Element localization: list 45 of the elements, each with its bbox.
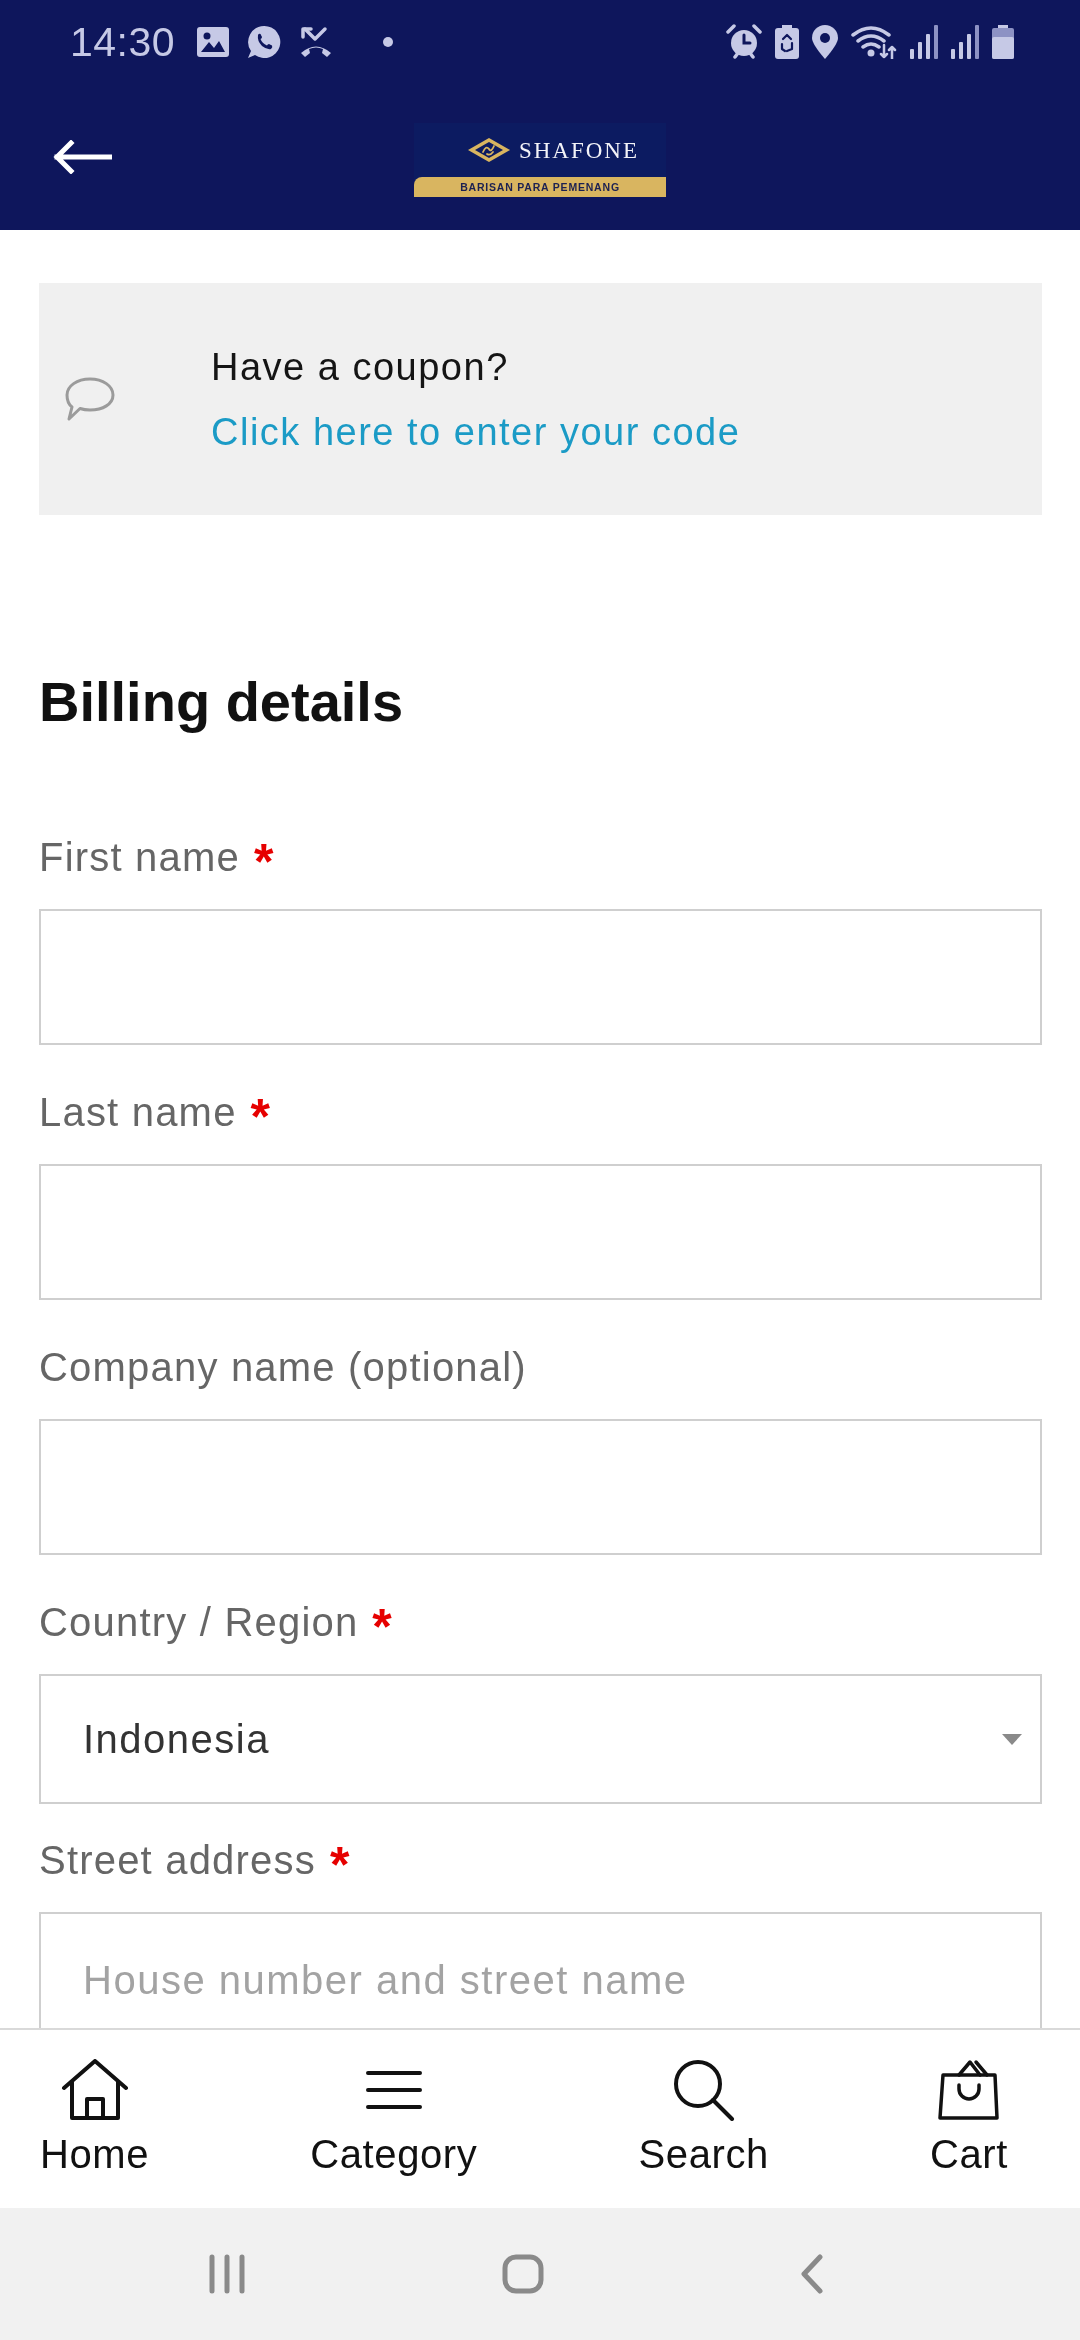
input-field[interactable]: House number and street name (39, 1912, 1042, 2028)
tagline-banner: BARISAN PARA PEMENANG (414, 177, 666, 197)
search-icon (672, 2059, 735, 2121)
speech-bubble-icon (65, 377, 115, 421)
alarm-icon (726, 24, 762, 60)
select-field[interactable]: Indonesia (39, 1674, 1042, 1804)
nav-item[interactable]: Category (310, 2030, 478, 2178)
wifi-icon (851, 25, 897, 59)
home-icon (60, 2059, 129, 2121)
required-mark: * (253, 834, 274, 890)
recent-apps-icon[interactable] (208, 2254, 246, 2294)
shopping-bag-icon (937, 2059, 1001, 2121)
signal-icon (910, 25, 938, 59)
notification-dot-icon (383, 37, 394, 47)
field-label: First name (39, 834, 240, 881)
field-label: Company name (optional) (39, 1344, 527, 1391)
signal-icon (951, 25, 979, 59)
logo-wordmark: SHAFONE (518, 138, 640, 162)
emblem-icon (466, 137, 511, 163)
menu-icon (365, 2071, 422, 2109)
required-mark: * (372, 1599, 392, 1655)
gallery-icon (197, 27, 230, 57)
phone-chat-icon (247, 25, 282, 59)
nav-item[interactable]: Search (638, 2030, 769, 2178)
missed-call-icon (299, 26, 334, 58)
back-arrow-icon[interactable] (52, 140, 112, 174)
field-label: Street address (39, 1837, 316, 1884)
coupon-prompt: Have a coupon? (211, 344, 510, 390)
input-field[interactable] (39, 1164, 1042, 1300)
field-label: Country / Region (39, 1599, 359, 1646)
section-heading: Billing details (39, 669, 405, 735)
status-time: 14:30 (70, 21, 176, 63)
caret-icon (1002, 1733, 1022, 1745)
battery-saver-icon (775, 25, 799, 59)
battery-icon (992, 25, 1014, 59)
required-mark: * (329, 1837, 350, 1893)
input-field[interactable] (39, 1419, 1042, 1555)
nav-item[interactable]: Home (40, 2030, 150, 2178)
location-icon (812, 25, 838, 59)
field-label: Last name (39, 1089, 237, 1136)
input-field[interactable] (39, 909, 1042, 1045)
home-button-icon[interactable] (502, 2254, 544, 2294)
required-mark: * (250, 1089, 271, 1145)
nav-item[interactable]: Cart (930, 2030, 1008, 2178)
back-icon[interactable] (800, 2254, 824, 2294)
